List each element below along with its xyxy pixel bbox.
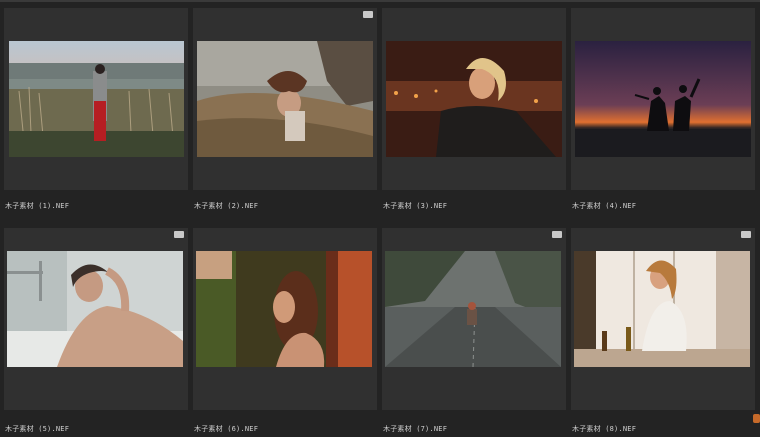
thumbnail-card[interactable] bbox=[4, 8, 188, 190]
thumbnail-filename: 木子素材 (4).NEF bbox=[572, 202, 637, 210]
thumbnail-cell-3[interactable]: 木子素材 (3).NEF bbox=[382, 8, 568, 222]
thumbnail-cell-7[interactable]: 木子素材 (7).NEF bbox=[382, 222, 568, 436]
thumbnail-grid: 木子素材 (1).NEF 木子素材 (2).NEF 木子素材 (3).NEF 木… bbox=[0, 8, 760, 436]
thumbnail-image-1[interactable] bbox=[9, 41, 184, 157]
thumbnail-filename: 木子素材 (6).NEF bbox=[194, 425, 259, 433]
thumbnail-image-7[interactable] bbox=[385, 251, 561, 367]
thumbnail-filename: 木子素材 (2).NEF bbox=[194, 202, 259, 210]
thumbnail-card[interactable] bbox=[571, 228, 755, 410]
thumbnail-card[interactable] bbox=[382, 228, 566, 410]
top-divider bbox=[0, 0, 760, 2]
thumbnail-filename: 木子素材 (7).NEF bbox=[383, 425, 448, 433]
thumbnail-cell-4[interactable]: 木子素材 (4).NEF bbox=[571, 8, 757, 222]
thumbnail-filename: 木子素材 (8).NEF bbox=[572, 425, 637, 433]
rating-badge-icon bbox=[363, 11, 373, 18]
thumbnail-card[interactable] bbox=[193, 228, 377, 410]
thumbnail-cell-5[interactable]: 木子素材 (5).NEF bbox=[4, 222, 190, 436]
rating-badge-icon bbox=[741, 231, 751, 238]
thumbnail-card[interactable] bbox=[193, 8, 377, 190]
thumbnail-image-6[interactable] bbox=[196, 251, 372, 367]
thumbnail-cell-2[interactable]: 木子素材 (2).NEF bbox=[193, 8, 379, 222]
thumbnail-image-3[interactable] bbox=[386, 41, 562, 157]
thumbnail-cell-6[interactable]: 木子素材 (6).NEF bbox=[193, 222, 379, 436]
rating-badge-icon bbox=[552, 231, 562, 238]
thumbnail-filename: 木子素材 (1).NEF bbox=[5, 202, 70, 210]
thumbnail-filename: 木子素材 (3).NEF bbox=[383, 202, 448, 210]
rating-badge-icon bbox=[174, 231, 184, 238]
thumbnail-image-4[interactable] bbox=[575, 41, 751, 157]
thumbnail-image-2[interactable] bbox=[197, 41, 373, 157]
thumbnail-image-5[interactable] bbox=[7, 251, 183, 367]
thumbnail-card[interactable] bbox=[4, 228, 188, 410]
thumbnail-cell-1[interactable]: 木子素材 (1).NEF bbox=[4, 8, 190, 222]
thumbnail-cell-8[interactable]: 木子素材 (8).NEF bbox=[571, 222, 757, 436]
app-corner-icon[interactable] bbox=[753, 414, 760, 423]
thumbnail-image-8[interactable] bbox=[574, 251, 750, 367]
thumbnail-card[interactable] bbox=[382, 8, 566, 190]
thumbnail-card[interactable] bbox=[571, 8, 755, 190]
thumbnail-filename: 木子素材 (5).NEF bbox=[5, 425, 70, 433]
